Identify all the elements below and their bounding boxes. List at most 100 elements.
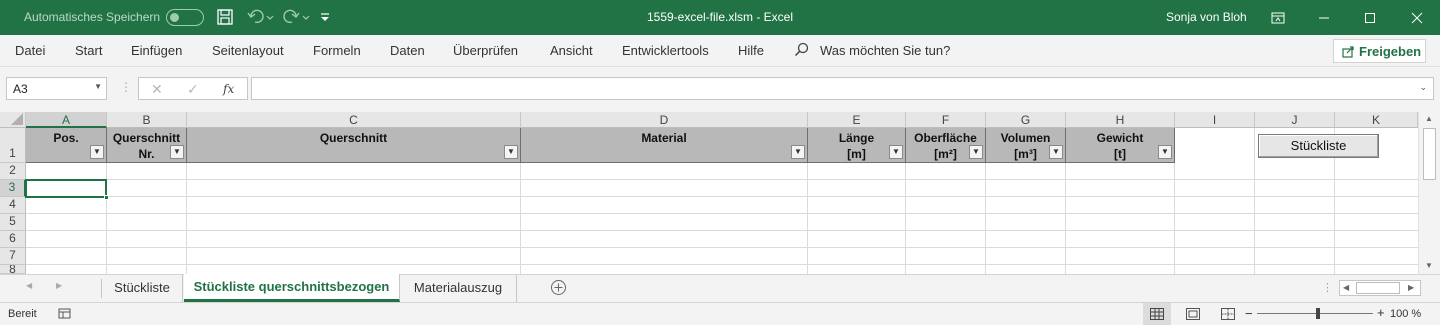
hscroll-thumb[interactable] [1356, 282, 1400, 294]
page-layout-view-icon[interactable] [1186, 308, 1200, 323]
column-header-j[interactable]: J [1255, 112, 1335, 128]
header-cell-oberflaeche[interactable]: Oberfläche [m²] ▼ [906, 128, 986, 163]
column-header-h[interactable]: H [1066, 112, 1175, 128]
menu-daten[interactable]: Daten [390, 43, 425, 58]
header-text-line2: [m³] [1014, 147, 1037, 161]
scroll-up-icon[interactable]: ▲ [1425, 114, 1433, 123]
menu-start[interactable]: Start [75, 43, 102, 58]
tab-split-grip-icon[interactable]: ⋮ [1322, 281, 1333, 294]
menu-seitenlayout[interactable]: Seitenlayout [212, 43, 284, 58]
next-sheet-icon[interactable]: ▶ [56, 281, 62, 290]
column-header-f[interactable]: F [906, 112, 986, 128]
autosave-toggle[interactable] [166, 9, 204, 26]
expand-formula-icon[interactable]: ⌄ [1419, 82, 1427, 93]
search-icon[interactable] [794, 42, 809, 60]
zoom-out-icon[interactable]: − [1245, 306, 1253, 321]
user-name[interactable]: Sonja von Bloh [1166, 10, 1247, 24]
scroll-thumb[interactable] [1423, 128, 1436, 180]
redo-icon[interactable] [283, 8, 311, 28]
header-cell-material[interactable]: Material ▼ [521, 128, 808, 163]
row-header-8[interactable]: 8 [0, 265, 26, 274]
page-break-view-icon[interactable] [1221, 308, 1235, 323]
row-header-1[interactable]: 1 [0, 128, 26, 163]
ribbon-display-icon[interactable] [1255, 0, 1301, 35]
header-text: Material [641, 131, 687, 145]
filter-dropdown-icon[interactable]: ▼ [170, 145, 184, 159]
column-header-c[interactable]: C [187, 112, 521, 128]
normal-view-icon[interactable] [1143, 303, 1171, 325]
zoom-slider[interactable] [1257, 308, 1373, 319]
filter-dropdown-icon[interactable]: ▼ [504, 145, 518, 159]
grid-row [26, 214, 1418, 231]
cancel-icon[interactable]: ✕ [151, 81, 163, 98]
customize-qat-icon[interactable] [319, 8, 331, 28]
formula-bar-grip-icon[interactable]: ⋮ [120, 80, 132, 94]
header-cell-pos[interactable]: Pos. ▼ [26, 128, 107, 163]
zoom-slider-knob[interactable] [1316, 308, 1320, 319]
scroll-down-icon[interactable]: ▼ [1425, 261, 1433, 270]
menu-formeln[interactable]: Formeln [313, 43, 361, 58]
horizontal-scrollbar[interactable]: ◀ ▶ [1339, 280, 1421, 296]
row-header-4[interactable]: 4 [0, 197, 26, 214]
insert-function-icon[interactable]: fx [223, 82, 234, 96]
row-header-3[interactable]: 3 [0, 180, 26, 197]
column-header-k[interactable]: K [1335, 112, 1418, 128]
minimize-icon[interactable] [1301, 0, 1347, 35]
maximize-icon[interactable] [1347, 0, 1393, 35]
zoom-in-icon[interactable]: + [1377, 305, 1385, 320]
row-header-6[interactable]: 6 [0, 231, 26, 248]
stueckliste-button[interactable]: Stückliste [1258, 134, 1379, 158]
filter-dropdown-icon[interactable]: ▼ [969, 145, 983, 159]
scroll-left-icon[interactable]: ◀ [1343, 283, 1349, 292]
filter-dropdown-icon[interactable]: ▼ [1158, 145, 1172, 159]
macro-record-icon[interactable] [58, 307, 71, 323]
filter-dropdown-icon[interactable]: ▼ [1049, 145, 1063, 159]
name-box[interactable]: A3 ▼ [6, 77, 107, 100]
save-icon[interactable] [216, 8, 234, 28]
menu-entwicklertools[interactable]: Entwicklertools [622, 43, 709, 58]
formula-input[interactable]: ⌄ [251, 77, 1434, 100]
tab-materialauszug[interactable]: Materialauszug [400, 275, 517, 302]
name-box-dropdown-icon[interactable]: ▼ [94, 82, 102, 91]
menu-einfuegen[interactable]: Einfügen [131, 43, 182, 58]
prev-sheet-icon[interactable]: ◀ [26, 281, 32, 290]
header-cell-laenge[interactable]: Länge [m] ▼ [808, 128, 906, 163]
enter-icon[interactable]: ✓ [187, 81, 199, 98]
tab-stueckliste-querschnittsbezogen[interactable]: Stückliste querschnittsbezogen [184, 274, 400, 302]
menu-hilfe[interactable]: Hilfe [738, 43, 764, 58]
add-sheet-icon[interactable] [550, 279, 567, 299]
filter-dropdown-icon[interactable]: ▼ [889, 145, 903, 159]
filter-dropdown-icon[interactable]: ▼ [90, 145, 104, 159]
column-header-e[interactable]: E [808, 112, 906, 128]
tab-stueckliste[interactable]: Stückliste [102, 275, 183, 302]
column-header-g[interactable]: G [986, 112, 1066, 128]
ribbon-tabs: Datei Start Einfügen Seitenlayout Formel… [0, 35, 1440, 67]
menu-ueberpruefen[interactable]: Überprüfen [453, 43, 518, 58]
undo-icon[interactable] [246, 8, 274, 28]
select-all-corner[interactable] [0, 112, 26, 128]
row-header-2[interactable]: 2 [0, 163, 26, 180]
column-header-d[interactable]: D [521, 112, 808, 128]
vertical-scrollbar[interactable]: ▲ ▼ [1418, 112, 1440, 274]
menu-datei[interactable]: Datei [15, 43, 45, 58]
header-cell-querschnitt[interactable]: Querschnitt ▼ [187, 128, 521, 163]
close-icon[interactable] [1394, 0, 1440, 35]
fill-handle[interactable] [104, 195, 109, 200]
column-header-b[interactable]: B [107, 112, 187, 128]
scroll-right-icon[interactable]: ▶ [1408, 283, 1414, 292]
active-cell[interactable] [25, 179, 109, 200]
row-header-5[interactable]: 5 [0, 214, 26, 231]
tell-me-search[interactable]: Was möchten Sie tun? [820, 43, 950, 58]
header-cell-querschnitt-nr[interactable]: Querschnitt Nr. ▼ [107, 128, 187, 163]
filter-dropdown-icon[interactable]: ▼ [791, 145, 805, 159]
column-header-i[interactable]: I [1175, 112, 1255, 128]
header-text-line2: [m] [847, 147, 866, 161]
menu-ansicht[interactable]: Ansicht [550, 43, 593, 58]
status-bar: Bereit − + 100 % [0, 302, 1440, 325]
header-cell-gewicht[interactable]: Gewicht [t] ▼ [1066, 128, 1175, 163]
zoom-level[interactable]: 100 % [1390, 308, 1421, 320]
share-button[interactable]: Freigeben [1333, 39, 1426, 63]
header-cell-volumen[interactable]: Volumen [m³] ▼ [986, 128, 1066, 163]
column-header-a[interactable]: A [26, 112, 107, 128]
row-header-7[interactable]: 7 [0, 248, 26, 265]
